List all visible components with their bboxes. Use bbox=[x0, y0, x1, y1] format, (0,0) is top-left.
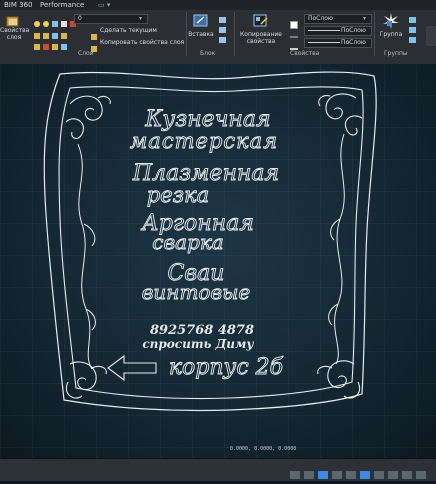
linetype-preview bbox=[308, 30, 340, 31]
linetype-icon bbox=[290, 26, 298, 38]
corner-ornament-top-right bbox=[318, 93, 363, 136]
sign-line-8: винтовые bbox=[142, 280, 250, 304]
insert-block-icon[interactable] bbox=[192, 13, 210, 29]
tab-dropdown[interactable]: ▭ ▾ bbox=[98, 0, 110, 10]
layers-group-label: Слои bbox=[78, 50, 94, 57]
lineweight-select[interactable]: ПоСлою bbox=[304, 38, 372, 48]
lineweight-value: ПоСлою bbox=[341, 39, 366, 46]
match-properties-button[interactable]: Копирование свойства bbox=[236, 31, 286, 45]
color-swatch-icon bbox=[290, 14, 298, 29]
left-arrow-shape bbox=[107, 354, 157, 382]
corner-ornament-top-left bbox=[65, 95, 111, 140]
building-text: корпус 2б bbox=[169, 355, 284, 380]
color-value: ПоСлою bbox=[308, 15, 333, 22]
right-vine bbox=[328, 133, 345, 365]
ask-text: спросить Диму bbox=[142, 337, 254, 351]
left-vine bbox=[77, 143, 96, 370]
copy-layer-properties-button[interactable]: Копировать свойства слоя bbox=[100, 39, 184, 47]
insert-block-button[interactable]: Вставка bbox=[186, 31, 216, 38]
group-tool-icons[interactable] bbox=[408, 16, 418, 46]
drawing-canvas[interactable]: Кузнечная мастерская Плазменная резка Ар… bbox=[0, 64, 436, 458]
current-layer-select[interactable]: 0 ▾ bbox=[74, 14, 148, 24]
match-properties-icon[interactable] bbox=[252, 12, 270, 30]
chevron-down-icon: ▾ bbox=[139, 15, 143, 22]
group-icon[interactable] bbox=[382, 12, 400, 30]
linetype-select[interactable]: ПоСлою bbox=[304, 26, 372, 36]
make-current-icon bbox=[90, 26, 98, 40]
sign-line-6: сварка bbox=[152, 230, 223, 254]
group-button[interactable]: Группа bbox=[376, 31, 406, 38]
make-current-button[interactable]: Сделать текущим bbox=[100, 27, 157, 35]
group-separator bbox=[234, 12, 235, 56]
copy-layer-properties-icon bbox=[90, 38, 98, 52]
ribbon-tab-row: BIM 360 Performance ▭ ▾ bbox=[0, 0, 436, 10]
color-select[interactable]: ПоСлою ▾ bbox=[304, 14, 372, 24]
sign-line-4: резка bbox=[147, 183, 209, 207]
panel-overflow[interactable] bbox=[426, 26, 436, 46]
groups-panel-label: Группы bbox=[384, 50, 408, 57]
lineweight-icon bbox=[290, 38, 298, 50]
coordinates-readout: 0.0000, 0.0000, 0.0000 bbox=[230, 446, 297, 452]
status-bar bbox=[0, 458, 436, 481]
tab-bim360[interactable]: BIM 360 bbox=[4, 0, 33, 10]
phone-number: 8925768 4878 bbox=[150, 323, 254, 338]
sign-line-2: мастерская bbox=[130, 129, 278, 153]
status-toggle-icons[interactable] bbox=[290, 465, 430, 479]
tab-performance[interactable]: Performance bbox=[40, 0, 84, 10]
block-group-label: Блок bbox=[200, 50, 216, 57]
current-layer-value: 0 bbox=[78, 15, 82, 22]
linetype-value: ПоСлою bbox=[341, 27, 366, 34]
layer-tool-icons-row2[interactable] bbox=[33, 37, 83, 50]
layer-properties-button[interactable]: Свойства слоя bbox=[0, 27, 29, 41]
block-tool-icons[interactable] bbox=[218, 16, 228, 46]
layer-tool-icons[interactable] bbox=[33, 26, 83, 39]
sign-drawing: Кузнечная мастерская Плазменная резка Ар… bbox=[43, 71, 377, 412]
group-separator bbox=[374, 12, 375, 56]
chevron-down-icon: ▾ bbox=[363, 15, 367, 22]
lineweight-preview bbox=[308, 42, 340, 43]
layer-properties-icon[interactable] bbox=[6, 13, 20, 27]
properties-group-label: Свойства bbox=[290, 50, 320, 57]
ribbon: BIM 360 Performance ▭ ▾ Свойства слоя 0 … bbox=[0, 0, 436, 65]
